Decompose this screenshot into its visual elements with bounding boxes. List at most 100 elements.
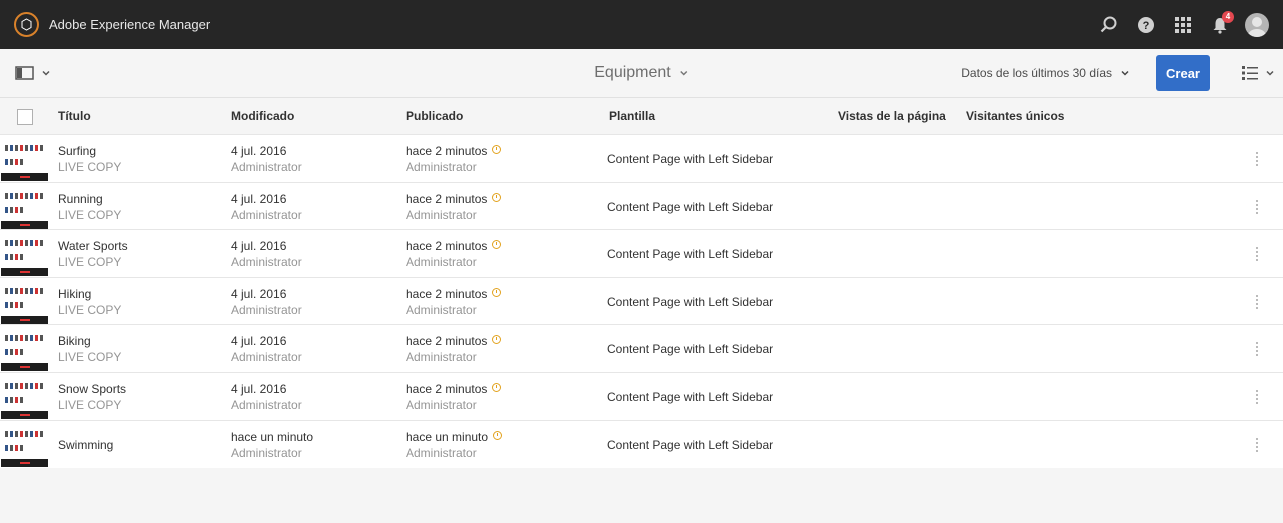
date-range-select[interactable]: Datos de los últimos 30 días	[961, 66, 1130, 80]
title-cell: Hiking LIVE COPY	[58, 287, 121, 317]
clock-icon	[492, 192, 502, 202]
thumbnail-preview	[5, 191, 45, 219]
chevron-down-icon	[42, 70, 50, 76]
table-row[interactable]: Swimming hace un minuto Administrator ha…	[0, 420, 1283, 469]
modified-by: Administrator	[231, 207, 302, 222]
drag-handle-icon[interactable]	[1254, 389, 1260, 404]
pages-table: Título Modificado Publicado Plantilla Vi…	[0, 98, 1283, 469]
table-row[interactable]: Biking LIVE COPY 4 jul. 2016 Administrat…	[0, 325, 1283, 373]
apps-grid-icon[interactable]	[1171, 13, 1195, 37]
template-name: Content Page with Left Sidebar	[607, 152, 774, 166]
clock-icon	[492, 287, 502, 297]
page-thumbnail[interactable]	[1, 374, 48, 419]
notification-badge: 4	[1222, 10, 1234, 23]
published-date: hace 2 minutos	[406, 334, 502, 348]
header-title[interactable]: Título	[58, 109, 91, 123]
template-cell: Content Page with Left Sidebar	[607, 342, 773, 356]
page-title-text: Surfing	[58, 144, 97, 158]
header-modified[interactable]: Modificado	[231, 109, 294, 123]
app-title[interactable]: Adobe Experience Manager	[49, 17, 210, 32]
table-row[interactable]: Running LIVE COPY 4 jul. 2016 Administra…	[0, 182, 1283, 231]
title-cell: Snow Sports LIVE COPY	[58, 382, 126, 412]
template-cell: Content Page with Left Sidebar	[607, 152, 773, 166]
page-thumbnail[interactable]	[1, 137, 48, 181]
published-date: hace 2 minutos	[406, 239, 502, 254]
modified-cell: hace un minuto Administrator	[231, 430, 313, 460]
modified-cell: 4 jul. 2016 Administrator	[231, 287, 302, 317]
modified-date: 4 jul. 2016	[231, 381, 287, 396]
page-thumbnail[interactable]	[1, 184, 48, 229]
modified-by: Administrator	[231, 445, 302, 460]
modified-date: 4 jul. 2016	[231, 239, 287, 254]
live-copy-label: LIVE COPY	[58, 397, 122, 412]
page-title-text: Running	[58, 191, 103, 206]
list-view-icon	[1242, 66, 1258, 80]
page-title-text: Swimming	[58, 437, 114, 452]
thumbnail-footer	[1, 220, 48, 229]
view-switcher[interactable]	[1241, 65, 1275, 81]
breadcrumb[interactable]: Equipment	[594, 64, 689, 82]
user-avatar[interactable]	[1245, 12, 1269, 37]
bell-icon[interactable]: 4	[1208, 10, 1234, 37]
modified-by: Administrator	[231, 160, 302, 174]
drag-handle-icon[interactable]	[1254, 342, 1260, 357]
rail-toggle-button[interactable]	[15, 66, 51, 80]
published-date: hace un minuto	[406, 430, 503, 444]
thumbnail-preview	[5, 333, 45, 361]
published-date: hace 2 minutos	[406, 191, 502, 206]
template-cell: Content Page with Left Sidebar	[607, 390, 773, 404]
table-row[interactable]: Water Sports LIVE COPY 4 jul. 2016 Admin…	[0, 230, 1283, 278]
published-date-text: hace 2 minutos	[406, 191, 488, 206]
table-row[interactable]: Hiking LIVE COPY 4 jul. 2016 Administrat…	[0, 277, 1283, 326]
published-date-text: hace 2 minutos	[406, 381, 488, 396]
thumbnail-footer	[1, 315, 48, 324]
drag-handle-icon[interactable]	[1254, 294, 1260, 309]
thumbnail-preview	[5, 143, 45, 171]
page-thumbnail[interactable]	[1, 327, 48, 372]
chevron-down-icon	[1266, 70, 1274, 76]
modified-cell: 4 jul. 2016 Administrator	[231, 334, 302, 364]
modified-cell: 4 jul. 2016 Administrator	[231, 239, 302, 269]
page-title-text: Water Sports	[58, 239, 128, 254]
table-row[interactable]: Surfing LIVE COPY 4 jul. 2016 Administra…	[0, 135, 1283, 183]
svg-text:?: ?	[1143, 20, 1150, 32]
published-by: Administrator	[406, 397, 477, 412]
header-unique-visitors[interactable]: Visitantes únicos	[966, 109, 1064, 123]
create-button[interactable]: Crear	[1156, 55, 1210, 91]
search-icon[interactable]	[1097, 13, 1121, 37]
drag-handle-icon[interactable]	[1254, 199, 1260, 214]
modified-cell: 4 jul. 2016 Administrator	[231, 382, 302, 412]
template-name: Content Page with Left Sidebar	[607, 247, 774, 262]
help-icon[interactable]: ?	[1134, 13, 1158, 37]
drag-handle-icon[interactable]	[1254, 247, 1260, 262]
page-thumbnail[interactable]	[1, 422, 48, 467]
modified-cell: 4 jul. 2016 Administrator	[231, 192, 302, 222]
chevron-down-icon	[1121, 70, 1129, 76]
date-range-label: Datos de los últimos 30 días	[961, 66, 1112, 80]
adobe-logo-icon[interactable]	[14, 12, 39, 37]
template-cell: Content Page with Left Sidebar	[607, 200, 773, 214]
modified-date: 4 jul. 2016	[231, 286, 287, 301]
title-cell: Water Sports LIVE COPY	[58, 239, 128, 269]
header-template[interactable]: Plantilla	[609, 109, 655, 123]
template-cell: Content Page with Left Sidebar	[607, 438, 773, 452]
published-cell: hace 2 minutos Administrator	[406, 191, 502, 222]
table-row[interactable]: Snow Sports LIVE COPY 4 jul. 2016 Admini…	[0, 372, 1283, 421]
published-date-text: hace 2 minutos	[406, 239, 488, 254]
page-thumbnail[interactable]	[1, 279, 48, 324]
published-cell: hace 2 minutos Administrator	[406, 239, 502, 269]
modified-by: Administrator	[231, 350, 302, 365]
thumbnail-preview	[5, 286, 45, 314]
modified-by: Administrator	[231, 302, 302, 317]
thumbnail-footer	[1, 173, 48, 181]
thumbnail-footer	[1, 458, 48, 467]
drag-handle-icon[interactable]	[1254, 152, 1260, 166]
select-all-checkbox[interactable]	[17, 109, 33, 125]
page-thumbnail[interactable]	[1, 232, 48, 277]
published-cell: hace 2 minutos Administrator	[406, 144, 502, 174]
header-page-views[interactable]: Vistas de la página	[838, 109, 946, 123]
header-published[interactable]: Publicado	[406, 109, 463, 123]
modified-by: Administrator	[231, 397, 302, 412]
drag-handle-icon[interactable]	[1254, 437, 1260, 452]
thumbnail-preview	[5, 238, 45, 266]
